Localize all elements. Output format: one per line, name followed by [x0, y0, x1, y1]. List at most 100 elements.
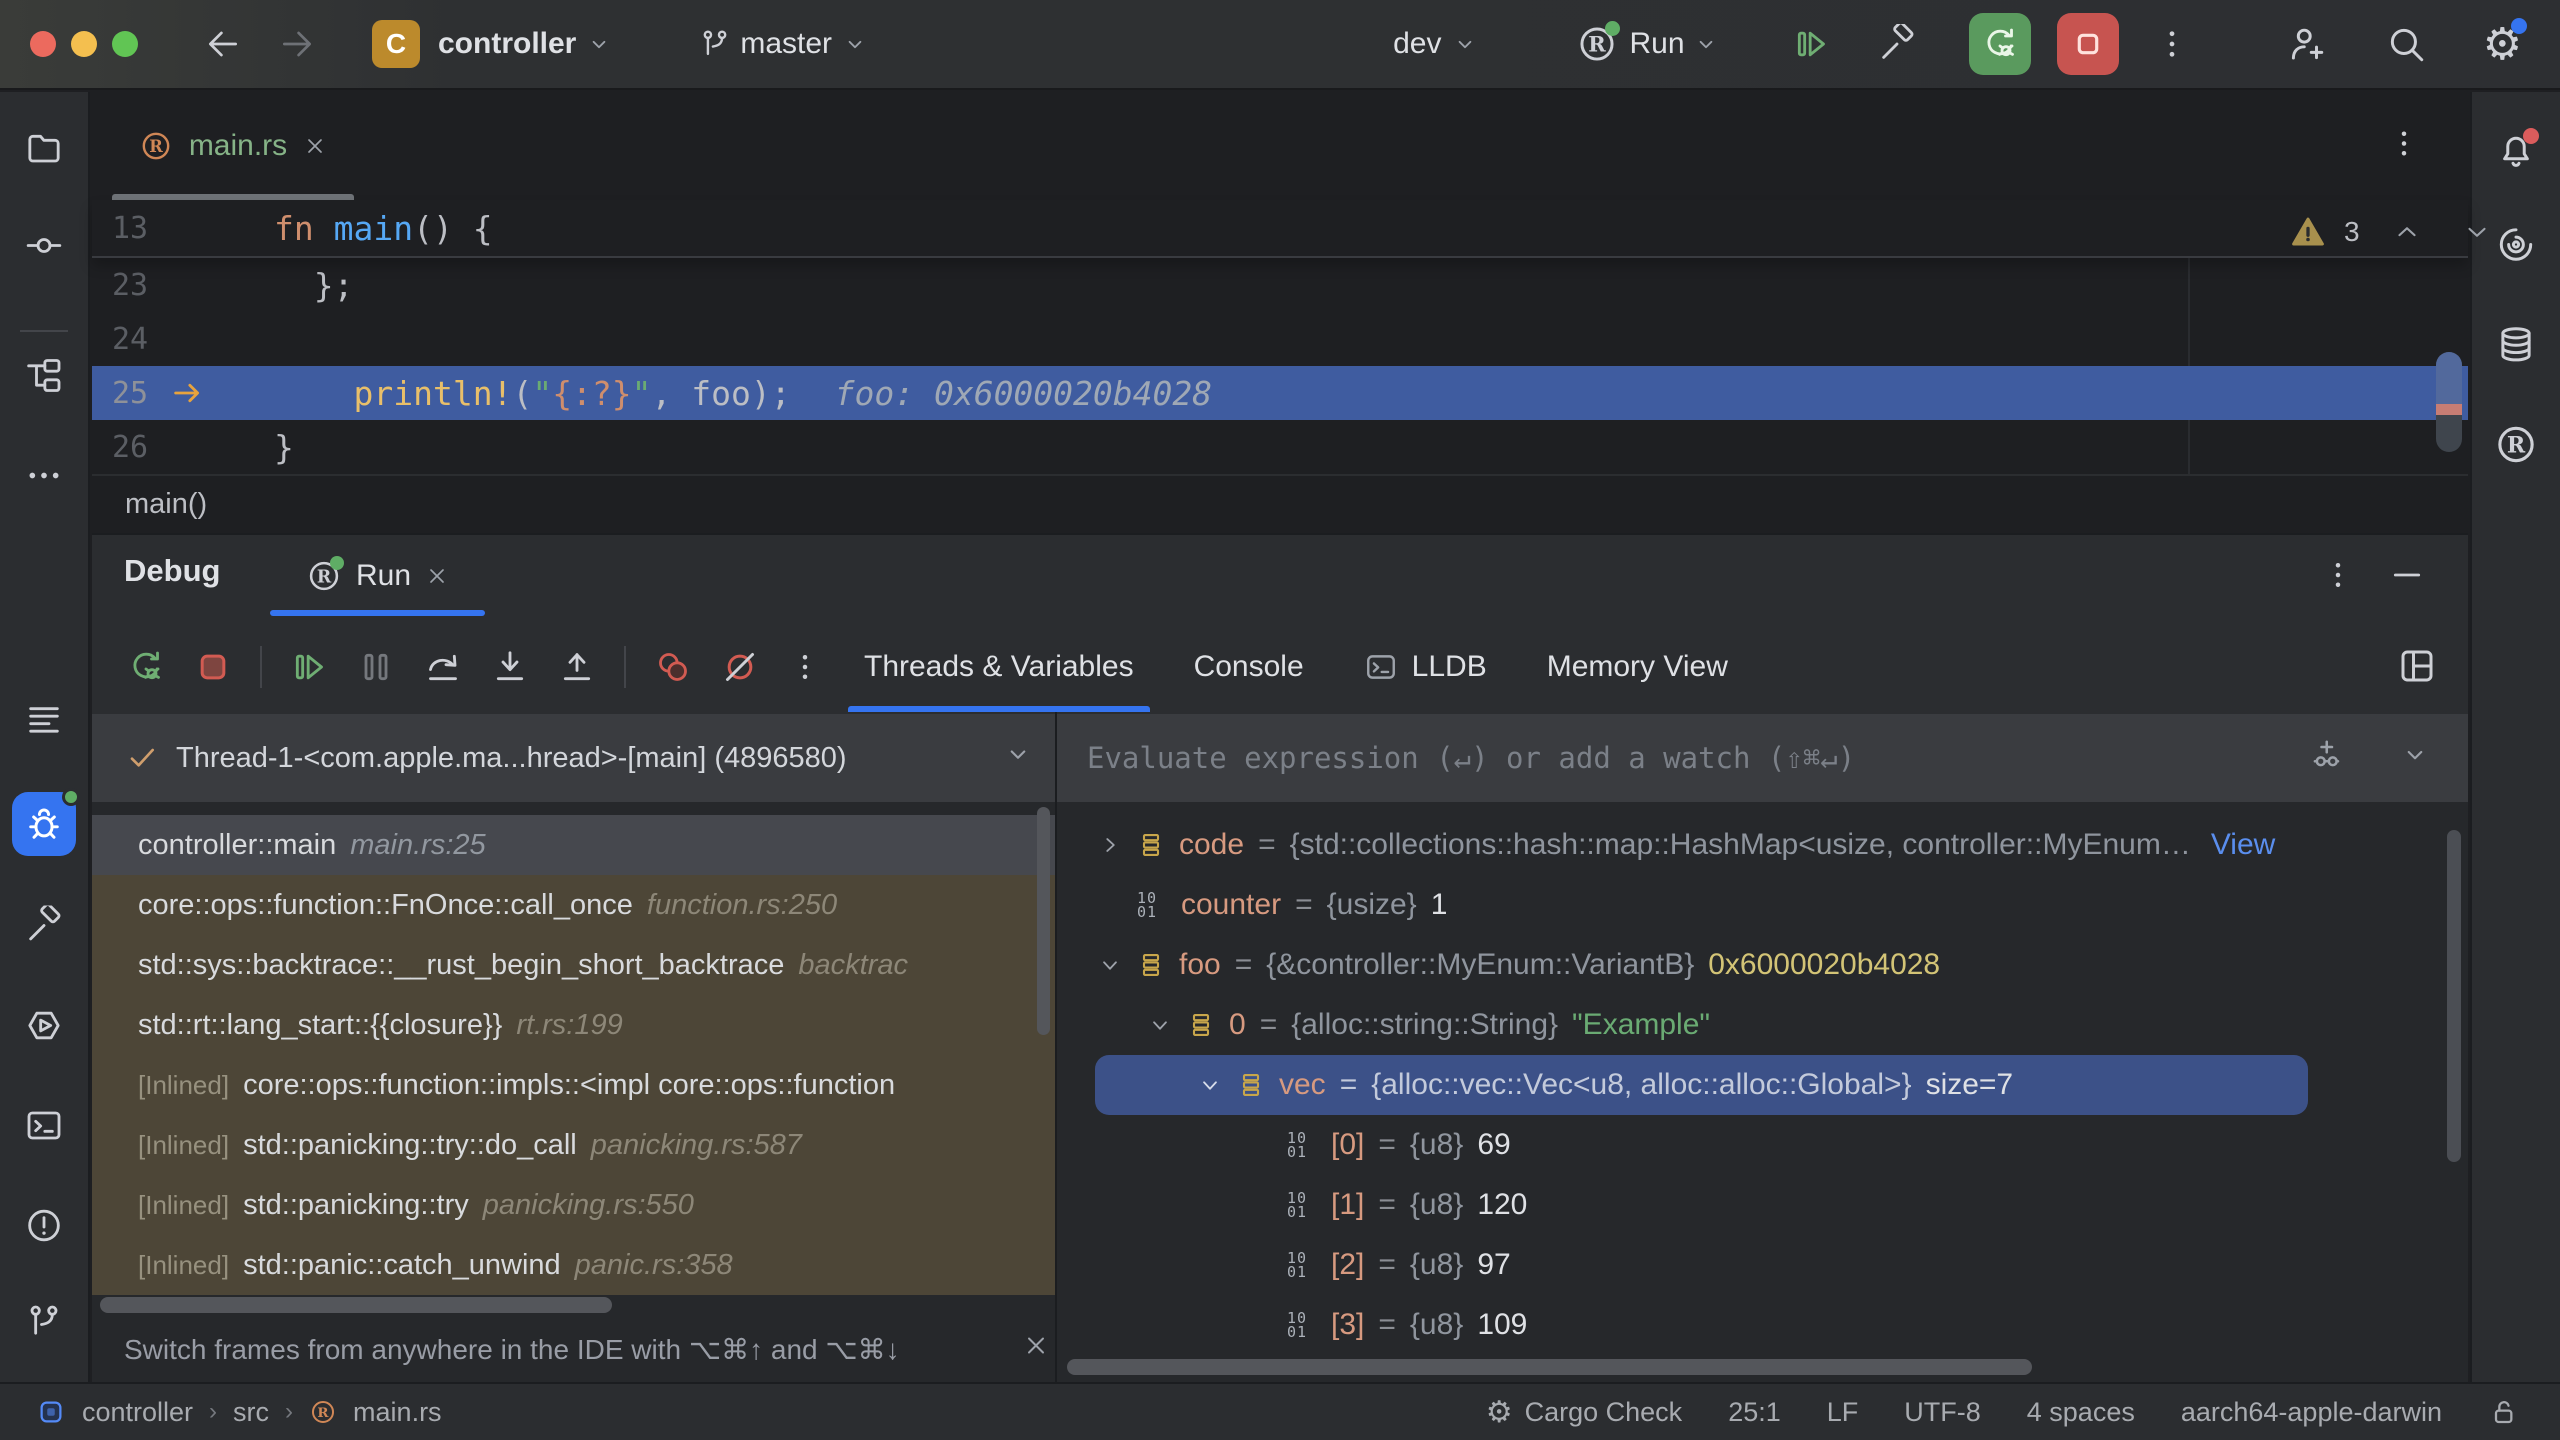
- variables-horizontal-scrollbar[interactable]: [1067, 1359, 2032, 1375]
- debug-options-kebab-icon[interactable]: [2320, 557, 2356, 598]
- debug-tool-icon[interactable]: [12, 792, 76, 856]
- tab-console[interactable]: Console: [1164, 622, 1334, 712]
- resume-program-icon[interactable]: [1791, 24, 1831, 64]
- stack-frame[interactable]: core::ops::function::FnOnce::call_oncefu…: [92, 875, 1055, 935]
- chevron-down-icon[interactable]: [1097, 952, 1123, 978]
- rerun-debug-icon[interactable]: [126, 647, 166, 687]
- view-breakpoints-icon[interactable]: [653, 647, 693, 687]
- view-value-link[interactable]: View: [2211, 828, 2275, 862]
- line-ending[interactable]: LF: [1827, 1397, 1859, 1428]
- editor-breadcrumb[interactable]: main(): [92, 474, 2468, 533]
- thread-selector[interactable]: Thread-1-<com.apple.ma...hread>-[main] (…: [92, 714, 1055, 802]
- stack-frame[interactable]: std::rt::lang_start::{{closure}}rt.rs:19…: [92, 995, 1055, 1055]
- services-tool-icon[interactable]: [24, 1006, 64, 1051]
- stack-frame[interactable]: [Inlined] std::panic::catch_unwindpanic.…: [92, 1235, 1055, 1295]
- rerun-debug-button[interactable]: [1969, 13, 2031, 75]
- problems-tool-icon[interactable]: [24, 1206, 64, 1251]
- zoom-window-button[interactable]: [112, 31, 138, 57]
- resume-program-icon[interactable]: [289, 647, 329, 687]
- tab-main-rs[interactable]: R main.rs: [112, 92, 354, 200]
- code-editor[interactable]: 13 fn main() { 23 }; 24 25 println!("{:?…: [92, 200, 2468, 474]
- commit-tool-icon[interactable]: [24, 226, 64, 271]
- inspections-widget[interactable]: 3: [2290, 214, 2492, 250]
- indent-style[interactable]: 4 spaces: [2027, 1397, 2135, 1428]
- search-everywhere-icon[interactable]: [2385, 23, 2427, 65]
- database-tool-icon[interactable]: [2495, 324, 2537, 371]
- variable-row-vec-3[interactable]: 1001 [3]= {u8} 109: [1057, 1295, 2398, 1355]
- ai-assistant-icon[interactable]: [2495, 224, 2537, 271]
- more-tool-windows-icon[interactable]: [24, 456, 64, 501]
- step-into-icon[interactable]: [490, 647, 530, 687]
- settings-gear-icon[interactable]: ⚙: [2483, 19, 2522, 70]
- tab-memory-view[interactable]: Memory View: [1517, 622, 1758, 712]
- add-user-icon[interactable]: [2285, 23, 2327, 65]
- editor-scrollbar[interactable]: [2436, 352, 2462, 452]
- stack-frame[interactable]: [Inlined] std::panicking::try::do_callpa…: [92, 1115, 1055, 1175]
- project-tool-icon[interactable]: [24, 128, 64, 173]
- add-watch-icon[interactable]: [2308, 737, 2344, 780]
- tab-options-kebab-icon[interactable]: [2386, 126, 2422, 167]
- more-actions-kebab-icon[interactable]: [2153, 25, 2191, 63]
- stack-frame[interactable]: std::sys::backtrace::__rust_begin_short_…: [92, 935, 1055, 995]
- build-tool-icon[interactable]: [24, 906, 64, 951]
- todo-lines-icon[interactable]: [24, 700, 64, 745]
- stack-frame[interactable]: controller::mainmain.rs:25: [92, 815, 1055, 875]
- chevron-down-icon[interactable]: [1147, 1012, 1173, 1038]
- prev-problem-icon[interactable]: [2392, 217, 2422, 247]
- project-selector[interactable]: controller: [438, 27, 576, 61]
- stack-frame[interactable]: [Inlined] std::panicking::trypanicking.r…: [92, 1175, 1055, 1235]
- chevron-down-icon[interactable]: [1197, 1072, 1223, 1098]
- caret-position[interactable]: 25:1: [1728, 1397, 1781, 1428]
- build-hammer-icon[interactable]: [1877, 24, 1917, 64]
- structure-tool-icon[interactable]: [24, 356, 64, 401]
- cargo-check-widget[interactable]: ⚙ Cargo Check: [1486, 1395, 1682, 1430]
- file-encoding[interactable]: UTF-8: [1904, 1397, 1981, 1428]
- debug-session-tab-run[interactable]: R Run: [270, 535, 485, 616]
- variables-vertical-scrollbar[interactable]: [2447, 830, 2461, 1162]
- close-hint-icon[interactable]: [1022, 1332, 1050, 1367]
- frames-vertical-scrollbar[interactable]: [1037, 807, 1050, 1035]
- breadcrumb-function[interactable]: main(): [125, 488, 207, 521]
- notifications-bell-icon[interactable]: [2495, 129, 2537, 171]
- hide-panel-icon[interactable]: [2387, 555, 2427, 600]
- project-icon[interactable]: C: [372, 20, 420, 68]
- close-tab-icon[interactable]: [303, 134, 327, 158]
- step-out-icon[interactable]: [557, 647, 597, 687]
- stop-button[interactable]: [2057, 13, 2119, 75]
- close-window-button[interactable]: [30, 31, 56, 57]
- minimize-window-button[interactable]: [71, 31, 97, 57]
- variable-row-foo[interactable]: foo= {&controller::MyEnum::VariantB} 0x6…: [1057, 935, 2398, 995]
- chevron-right-icon[interactable]: [1097, 832, 1123, 858]
- stack-frame[interactable]: [Inlined] core::ops::function::impls::<i…: [92, 1055, 1055, 1115]
- tab-lldb[interactable]: LLDB: [1334, 622, 1517, 712]
- tab-threads-variables[interactable]: Threads & Variables: [834, 622, 1164, 712]
- crumb-project[interactable]: controller: [82, 1397, 193, 1428]
- pause-program-icon[interactable]: [356, 647, 396, 687]
- crumb-file[interactable]: main.rs: [353, 1397, 442, 1428]
- variable-row-0[interactable]: 0= {alloc::string::String} "Example": [1057, 995, 2398, 1055]
- chevron-down-icon[interactable]: [2400, 740, 2430, 777]
- evaluate-expression-input[interactable]: Evaluate expression (↵) or add a watch (…: [1057, 714, 2468, 802]
- toolbar-more-kebab-icon[interactable]: [787, 649, 823, 685]
- terminal-tool-icon[interactable]: [24, 1106, 64, 1151]
- back-icon[interactable]: [204, 25, 242, 63]
- variable-row-vec-1[interactable]: 1001 [1]= {u8} 120: [1057, 1175, 2398, 1235]
- variable-row-vec-2[interactable]: 1001 [2]= {u8} 97: [1057, 1235, 2398, 1295]
- close-session-icon[interactable]: [425, 564, 449, 588]
- forward-icon[interactable]: [278, 25, 316, 63]
- unlock-icon[interactable]: [2488, 1396, 2520, 1428]
- frames-horizontal-scrollbar[interactable]: [100, 1297, 612, 1313]
- target-triple[interactable]: aarch64-apple-darwin: [2181, 1397, 2442, 1428]
- git-tool-icon[interactable]: [24, 1302, 64, 1347]
- stop-debug-icon[interactable]: [193, 647, 233, 687]
- step-over-icon[interactable]: [423, 647, 463, 687]
- variable-row-code[interactable]: code= {std::collections::hash::map::Hash…: [1057, 815, 2398, 875]
- run-env-selector[interactable]: dev: [1393, 27, 1441, 61]
- next-problem-icon[interactable]: [2462, 217, 2492, 247]
- mute-breakpoints-icon[interactable]: [720, 647, 760, 687]
- variable-row-counter[interactable]: 1001 counter= {usize} 1: [1057, 875, 2398, 935]
- run-config-selector[interactable]: Run: [1630, 27, 1685, 61]
- branch-selector[interactable]: master: [740, 27, 832, 61]
- rust-tool-icon[interactable]: R: [2494, 423, 2538, 472]
- crumb-src[interactable]: src: [233, 1397, 269, 1428]
